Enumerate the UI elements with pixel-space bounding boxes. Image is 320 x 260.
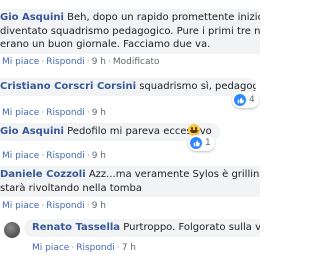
reaction-count-value: 1 — [205, 138, 211, 148]
comment-text-line: Beh, dopo un rapido promettente inizio è… — [67, 12, 260, 23]
comment-actions: Mi piace · Rispondi · 9 h — [2, 151, 106, 161]
comment-text-line: starà rivoltando nella tomba — [0, 182, 143, 194]
comment-author[interactable]: Cristiano Corscri Corsini — [0, 81, 136, 92]
reaction-count-value: 4 — [249, 95, 255, 105]
reply-link[interactable]: Rispondi — [76, 243, 115, 253]
reaction-count[interactable]: 1 — [188, 135, 215, 151]
user-avatar[interactable] — [4, 222, 20, 238]
like-icon — [190, 137, 202, 149]
comment-bubble: Gio Asquini Pedofilo mi pareva eccessivo — [0, 123, 220, 141]
comment-time[interactable]: 9 h — [92, 57, 106, 67]
like-icon — [234, 94, 246, 106]
comment-text-line: erano un buon giornale. Facciamo due va. — [0, 39, 211, 50]
comment-text: Purtroppo. Folgorato sulla via di Ge — [123, 222, 260, 233]
comment-author[interactable]: Gio Asquini — [0, 12, 64, 23]
comment-text-line: Azz...ma veramente Sylos è grillino? Il … — [88, 169, 260, 180]
comment-actions: Mi piace · Rispondi · 9 h — [2, 201, 106, 211]
comment-time[interactable]: 9 h — [92, 108, 106, 118]
comment-time[interactable]: 7 h — [122, 243, 136, 253]
comment-actions: Mi piace · Rispondi · 9 h · Modificato — [2, 57, 160, 67]
comment-bubble: Daniele Cozzoli Azz...ma veramente Sylos… — [0, 166, 260, 197]
like-link[interactable]: Mi piace — [2, 201, 39, 211]
comment-text: squadrismo sì, pedagogico no — [139, 81, 256, 92]
like-link[interactable]: Mi piace — [2, 57, 39, 67]
reaction-count[interactable]: 4 — [232, 92, 259, 108]
reply-link[interactable]: Rispondi — [46, 201, 85, 211]
like-link[interactable]: Mi piace — [32, 243, 69, 253]
reply-link[interactable]: Rispondi — [46, 57, 85, 67]
comment-author[interactable]: Daniele Cozzoli — [0, 169, 86, 180]
comment-time[interactable]: 9 h — [92, 201, 106, 211]
reply-link[interactable]: Rispondi — [46, 108, 85, 118]
comment-text-line: diventato squadrismo pedagogico. Pure i … — [0, 25, 260, 37]
comment-author[interactable]: Gio Asquini — [0, 126, 64, 137]
like-link[interactable]: Mi piace — [2, 108, 39, 118]
comment-bubble: Gio Asquini Beh, dopo un rapido promette… — [0, 9, 260, 54]
comment-author[interactable]: Renato Tassella — [32, 222, 120, 233]
comment-thread: Gio Asquini Beh, dopo un rapido promette… — [0, 0, 260, 260]
comment-bubble: Cristiano Corscri Corsini squadrismo sì,… — [0, 78, 256, 96]
edited-label[interactable]: Modificato — [113, 57, 160, 67]
comment-bubble: Renato Tassella Purtroppo. Folgorato sul… — [24, 219, 260, 237]
reply-link[interactable]: Rispondi — [46, 151, 85, 161]
comment-actions: Mi piace · Rispondi · 9 h — [2, 108, 106, 118]
comment-time[interactable]: 9 h — [92, 151, 106, 161]
like-link[interactable]: Mi piace — [2, 151, 39, 161]
comment-actions: Mi piace · Rispondi · 7 h — [32, 243, 136, 253]
